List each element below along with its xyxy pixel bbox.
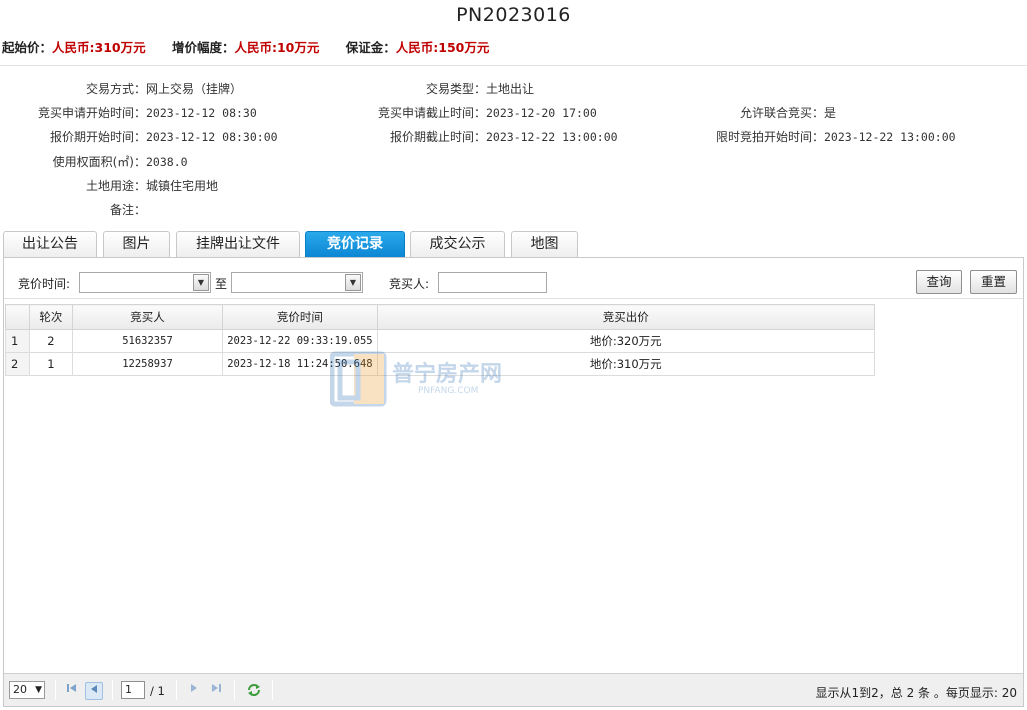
header-divider <box>0 65 1027 66</box>
bid-time-end-input[interactable]: ▼ <box>231 272 363 293</box>
deposit: 保证金：人民币:150万元 <box>345 40 490 55</box>
to-label: 至 <box>215 277 228 291</box>
pager-divider <box>234 680 235 700</box>
query-button[interactable]: 查询 <box>916 270 962 294</box>
chevron-down-icon: ▼ <box>35 685 42 695</box>
tab-map[interactable]: 地图 <box>511 231 578 257</box>
bidder-cell: 12258937 <box>71 352 224 376</box>
row-filler <box>874 353 1022 376</box>
column-header[interactable]: 竞价时间 <box>222 304 378 330</box>
bidder-input[interactable] <box>438 272 547 293</box>
pager-divider <box>112 680 113 700</box>
row-number: 1 <box>5 329 30 353</box>
bid-price-cell: 地价:320万元 <box>376 329 875 353</box>
column-header[interactable]: 竞买人 <box>71 304 224 330</box>
auction-start-time: 限时竞拍开始时间：2023-12-22 13:00:00 <box>715 130 956 144</box>
reset-button[interactable]: 重置 <box>970 270 1017 294</box>
land-area: 使用权面积(㎡)：2038.0 <box>52 155 188 169</box>
joint-bidding: 允许联合竞买：是 <box>739 106 837 120</box>
tab-bid-records[interactable]: 竞价记录 <box>305 231 405 257</box>
page-size-select[interactable]: 20 ▼ <box>9 681 45 699</box>
current-page-input[interactable]: 1 <box>121 681 145 699</box>
page-title: PN2023016 <box>456 4 571 26</box>
pager-divider <box>272 680 273 700</box>
bidder-cell: 51632357 <box>71 329 224 353</box>
table-row[interactable]: 2 1 12258937 2023-12-18 11:24:50.648 地价:… <box>5 352 1023 376</box>
bid-time-cell: 2023-12-22 09:33:19.055 <box>222 329 378 353</box>
chevron-down-icon[interactable]: ▼ <box>345 274 361 291</box>
first-page-icon[interactable] <box>63 682 81 700</box>
trade-type: 交易类型：土地出让 <box>425 82 535 96</box>
price-increment: 增价幅度：人民币:10万元 <box>171 40 320 55</box>
round-cell: 1 <box>28 352 73 376</box>
trade-mode: 交易方式：网上交易（挂牌） <box>85 82 243 96</box>
quote-end-time: 报价期截止时间：2023-12-22 13:00:00 <box>389 130 618 144</box>
bid-price-cell: 地价:310万元 <box>376 352 875 376</box>
remark: 备注： <box>109 203 146 217</box>
tab-notice[interactable]: 出让公告 <box>3 231 97 257</box>
row-number: 2 <box>5 352 30 376</box>
round-cell: 2 <box>28 329 73 353</box>
tab-listing-documents[interactable]: 挂牌出让文件 <box>176 231 300 257</box>
table-header-row: 轮次 竞买人 竞价时间 竞买出价 <box>5 304 1023 330</box>
bid-records-panel: 竞价时间: ▼ 至 ▼ 竞买人: 查询 重置 轮次 竞买人 竞价时间 竞买出价 … <box>3 257 1024 707</box>
pagination-info: 显示从1到2，总 2 条 。每页显示: 20 <box>815 686 1017 700</box>
refresh-icon[interactable] <box>245 682 263 700</box>
land-usage: 土地用途：城镇住宅用地 <box>85 179 219 193</box>
table-row[interactable]: 1 2 51632357 2023-12-22 09:33:19.055 地价:… <box>5 329 1023 353</box>
next-page-icon[interactable] <box>185 682 203 700</box>
chevron-down-icon[interactable]: ▼ <box>193 274 209 291</box>
prev-page-icon[interactable] <box>85 682 103 700</box>
apply-start-time: 竞买申请开始时间：2023-12-12 08:30 <box>37 106 257 120</box>
header-filler <box>874 305 1022 330</box>
start-price: 起始价：人民币:310万元 <box>2 40 146 55</box>
row-number-header <box>5 304 30 330</box>
bid-time-start-input[interactable]: ▼ <box>79 272 211 293</box>
total-pages: / 1 <box>150 684 165 698</box>
pager-divider <box>55 680 56 700</box>
price-summary: 起始价：人民币:310万元 增价幅度：人民币:10万元 保证金：人民币:150万… <box>2 37 511 56</box>
tab-images[interactable]: 图片 <box>103 231 170 257</box>
last-page-icon[interactable] <box>207 682 225 700</box>
column-header[interactable]: 竞买出价 <box>376 304 875 330</box>
search-bar: 竞价时间: ▼ 至 ▼ 竞买人: 查询 重置 <box>4 258 1023 298</box>
bidder-label: 竞买人: <box>389 277 430 291</box>
quote-start-time: 报价期开始时间：2023-12-12 08:30:00 <box>49 130 278 144</box>
column-header[interactable]: 轮次 <box>28 304 73 330</box>
bid-time-label: 竞价时间: <box>18 277 71 291</box>
tab-deal-announcement[interactable]: 成交公示 <box>410 231 505 257</box>
pagination-bar: 20 ▼ 1 / 1 显示从1到2，总 2 条 。每页显示: 20 <box>4 673 1023 706</box>
bid-records-table: 轮次 竞买人 竞价时间 竞买出价 1 2 51632357 2023-12-22… <box>5 304 1023 376</box>
bid-time-cell: 2023-12-18 11:24:50.648 <box>222 352 378 376</box>
apply-end-time: 竞买申请截止时间：2023-12-20 17:00 <box>377 106 597 120</box>
pager-divider <box>176 680 177 700</box>
row-filler <box>874 330 1022 353</box>
